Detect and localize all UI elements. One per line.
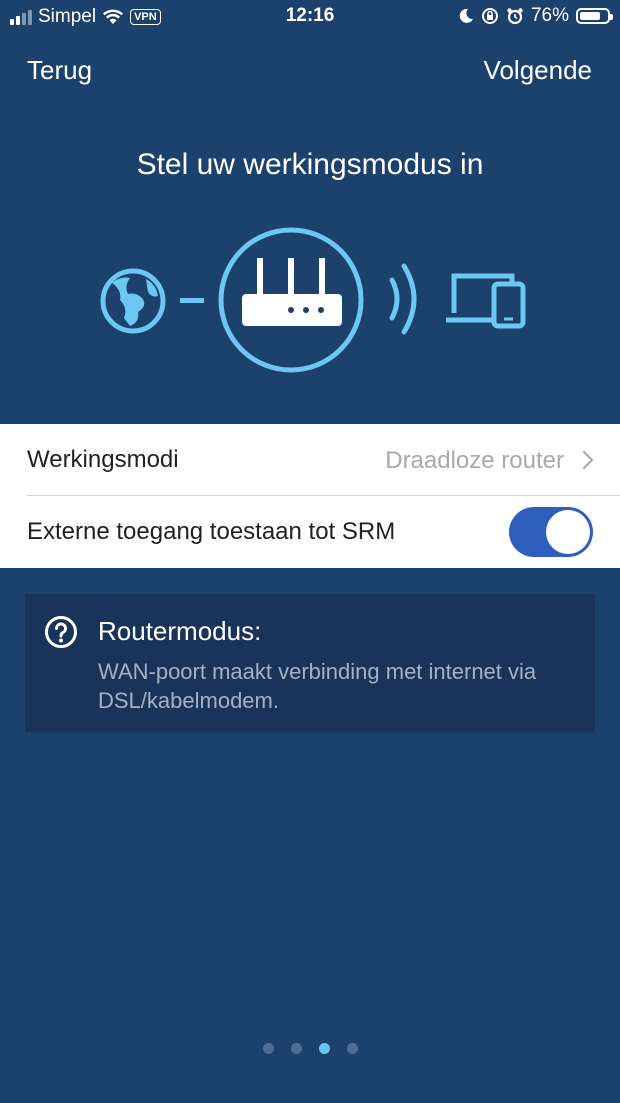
battery-fill [580, 12, 600, 20]
battery-percent: 76% [530, 5, 569, 26]
info-box: Routermodus: WAN-poort maakt verbinding … [25, 594, 595, 732]
operation-mode-value: Draadloze router [385, 447, 564, 474]
external-access-toggle[interactable] [509, 507, 593, 557]
toggle-knob [546, 510, 590, 554]
info-title: Routermodus: [98, 616, 262, 646]
battery-icon [576, 8, 613, 24]
rotation-lock-icon [481, 8, 498, 24]
next-button[interactable]: Volgende [484, 55, 592, 86]
operation-mode-label: Werkingsmodi [27, 446, 179, 473]
mode-illustration [100, 227, 526, 373]
settings-card: Werkingsmodi Draadloze router Externe to… [0, 424, 620, 568]
operation-mode-row[interactable]: Werkingsmodi Draadloze router [0, 424, 620, 496]
help-icon [45, 616, 77, 648]
devices-icon [446, 273, 526, 329]
wireless-waves-icon [389, 263, 417, 335]
moon-icon [459, 8, 473, 23]
info-description: WAN-poort maakt verbinding met internet … [98, 659, 537, 713]
globe-icon [100, 268, 166, 334]
external-access-label: Externe toegang toestaan tot SRM [27, 518, 396, 545]
status-bar-right: 76% [458, 5, 613, 27]
back-button[interactable]: Terug [27, 55, 92, 86]
page-dot [346, 1043, 358, 1054]
alarm-icon [507, 8, 523, 25]
external-access-row: Externe toegang toestaan tot SRM [0, 496, 620, 568]
page-indicator [0, 1043, 620, 1054]
page-dot [290, 1043, 302, 1054]
page-title: Stel uw werkingsmodus in [136, 148, 484, 181]
status-bar: Simpel VPN 12:16 76% [0, 0, 620, 36]
router-icon [218, 227, 364, 373]
page-dot [262, 1043, 274, 1054]
chevron-right-icon [582, 450, 594, 470]
connector-line [180, 298, 204, 303]
page-dot [318, 1043, 330, 1054]
